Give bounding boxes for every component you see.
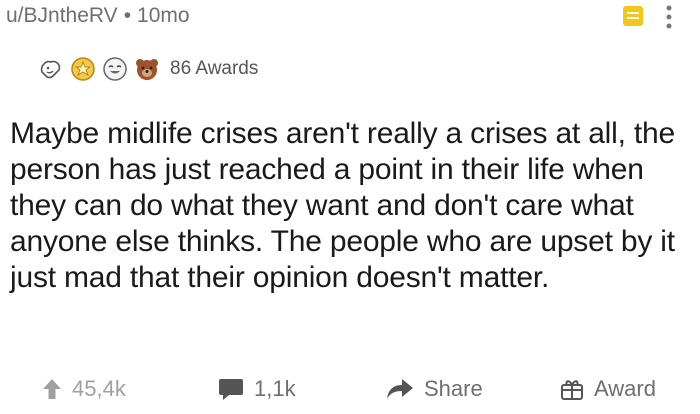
- comments-button[interactable]: 1,1k: [218, 374, 296, 404]
- laughing-face-icon: [102, 56, 128, 82]
- comment-bubble-icon: [219, 379, 243, 400]
- bear-award-icon: [134, 56, 160, 82]
- wholesome-icon: [38, 56, 64, 82]
- meta-separator: •: [123, 4, 132, 27]
- post-body: Maybe midlife crises aren't really a cri…: [10, 117, 675, 294]
- post-age: 10mo: [137, 4, 190, 27]
- more-options-button[interactable]: [664, 4, 674, 30]
- share-arrow-icon: [387, 379, 413, 399]
- awards-row[interactable]: 86 Awards: [38, 54, 258, 84]
- gift-icon: [561, 380, 583, 400]
- gold-award-icon: [70, 56, 96, 82]
- post-header: u/BJntheRV • 10mo: [0, 0, 700, 40]
- author-link[interactable]: u/BJntheRV: [6, 4, 118, 27]
- save-button[interactable]: [622, 5, 644, 27]
- upvote-arrow-icon: [43, 379, 61, 399]
- award-label: Award: [594, 376, 656, 401]
- upvote-button[interactable]: 45,4k: [42, 374, 126, 404]
- post-meta: u/BJntheRV • 10mo: [6, 4, 190, 28]
- awards-count: 86 Awards: [170, 58, 259, 79]
- share-button[interactable]: Share: [386, 374, 483, 404]
- give-award-button[interactable]: Award: [560, 374, 656, 404]
- upvote-count: 45,4k: [72, 376, 126, 401]
- post-actions-bar: 45,4k 1,1k Share Award: [0, 366, 700, 412]
- more-vertical-icon: [666, 5, 672, 29]
- comment-count: 1,1k: [254, 376, 296, 401]
- bookmark-icon: [623, 6, 643, 26]
- share-label: Share: [424, 376, 483, 401]
